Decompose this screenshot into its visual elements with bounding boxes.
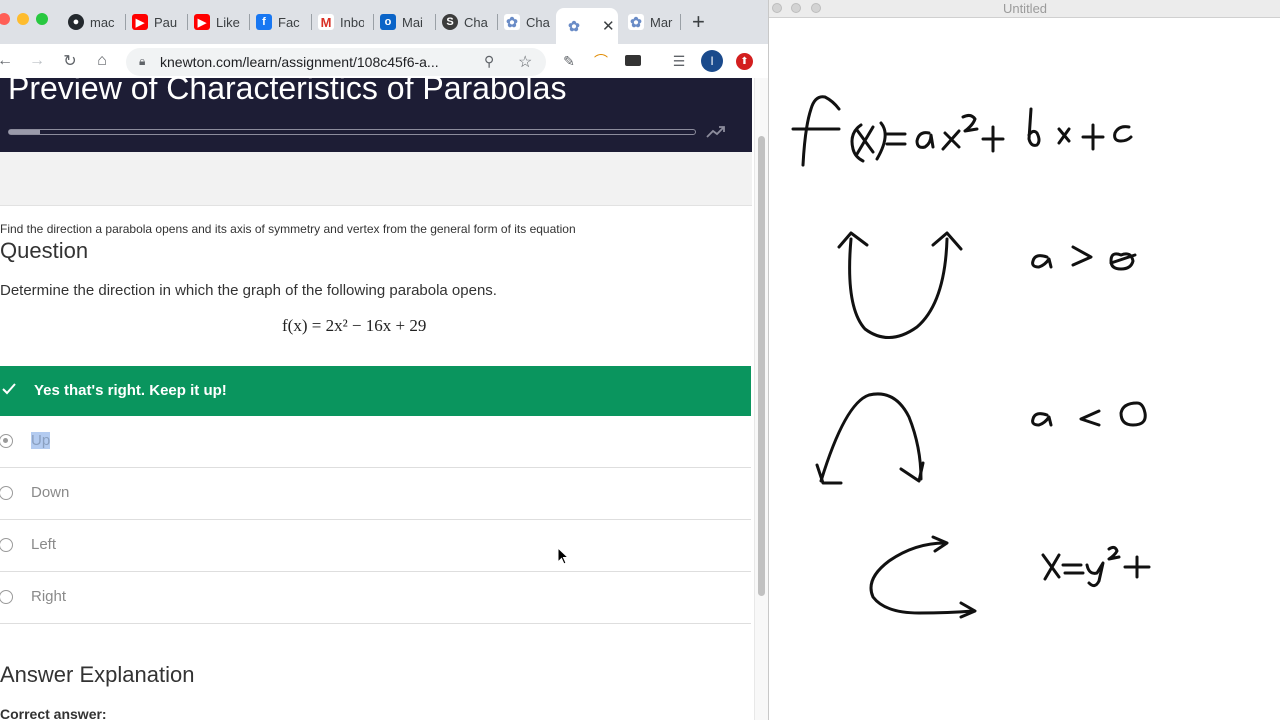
- feedback-message: Yes that's right. Keep it up!: [34, 382, 227, 399]
- reload-button[interactable]: ↻: [59, 50, 81, 72]
- url-text: knewton.com/learn/assignment/108c45f6-a.…: [160, 54, 439, 70]
- forward-button[interactable]: →: [26, 50, 48, 72]
- knewton-icon: ✿: [628, 14, 644, 30]
- browser-toolbar: ← → ↻ ⌂ 🔒︎ knewton.com/learn/assignment/…: [0, 44, 768, 79]
- handwriting-canvas[interactable]: [769, 17, 1280, 720]
- radio-button-selected[interactable]: [0, 434, 13, 448]
- tab-outlook[interactable]: o Mai: [370, 8, 432, 36]
- handwritten-a-greater-than-zero: [1031, 245, 1137, 271]
- rainbow-extension-icon[interactable]: ⌒: [590, 50, 612, 72]
- tab-knewton-1[interactable]: ✿ Cha: [494, 8, 556, 36]
- facebook-icon: f: [256, 14, 272, 30]
- handwritten-downward-parabola: [815, 392, 925, 485]
- radio-button[interactable]: [0, 590, 13, 604]
- knewton-icon: ✿: [566, 18, 582, 34]
- choice-label: Down: [31, 484, 70, 501]
- equation: f(x) = 2x² − 16x + 29: [282, 316, 427, 335]
- maximize-window-button[interactable]: [36, 13, 48, 25]
- feedback-banner: Yes that's right. Keep it up!: [0, 366, 751, 416]
- answer-explanation-heading: Answer Explanation: [0, 662, 195, 687]
- new-tab-button[interactable]: +: [692, 11, 705, 33]
- trending-up-icon[interactable]: [706, 125, 726, 139]
- scrollbar-thumb[interactable]: [758, 136, 765, 596]
- tab-knewton-2[interactable]: ✿ Mar: [618, 8, 680, 36]
- page-content: Preview of Characteristics of Parabolas …: [0, 78, 754, 720]
- header-spacer: [0, 152, 752, 206]
- choice-right[interactable]: Right: [0, 572, 751, 624]
- outlook-icon: o: [380, 14, 396, 30]
- tab-facebook[interactable]: f Fac: [246, 8, 308, 36]
- handwritten-upward-parabola: [837, 231, 963, 339]
- progress-bar: [8, 129, 696, 135]
- page-title: Preview of Characteristics of Parabolas: [8, 78, 567, 106]
- choice-up[interactable]: Up: [0, 416, 751, 468]
- drawing-window-title: Untitled: [1002, 1, 1048, 16]
- assignment-banner: Preview of Characteristics of Parabolas: [0, 78, 752, 152]
- youtube-icon: ▶: [194, 14, 210, 30]
- progress-fill: [9, 130, 40, 134]
- choice-label: Right: [31, 588, 67, 605]
- handwritten-x-equals-y-squared: [1041, 545, 1151, 588]
- choice-label: Left: [31, 536, 57, 553]
- bookmark-star-icon[interactable]: ☆: [518, 52, 532, 72]
- drawing-titlebar: Untitled: [769, 0, 1280, 18]
- update-alert-icon[interactable]: ⬆: [736, 53, 753, 70]
- zoom-icon[interactable]: ⚲: [484, 53, 494, 70]
- radio-button[interactable]: [0, 538, 13, 552]
- tab-strip: ● mac ▶ Pau ▶ Like f Fac M Inbo o Mai S …: [0, 0, 768, 44]
- home-button[interactable]: ⌂: [91, 50, 113, 72]
- question-heading: Question: [0, 238, 89, 263]
- skype-icon: S: [442, 14, 458, 30]
- back-button[interactable]: ←: [0, 50, 16, 72]
- correct-answer-label: Correct answer:: [0, 706, 107, 720]
- question-text: Determine the direction in which the gra…: [0, 282, 497, 299]
- handwritten-general-form: [791, 95, 1133, 167]
- tab-github[interactable]: ● mac: [58, 8, 120, 36]
- checkmark-icon: [2, 383, 16, 395]
- eyedropper-extension-icon[interactable]: ✎: [558, 50, 580, 72]
- tab-knewton-active[interactable]: ✿ ✕: [556, 8, 618, 44]
- drawing-window: Untitled: [768, 0, 1280, 720]
- github-icon: ●: [68, 14, 84, 30]
- media-queue-icon[interactable]: ☰: [668, 50, 690, 72]
- gmail-icon: M: [318, 14, 334, 30]
- radio-button[interactable]: [0, 486, 13, 500]
- minimize-window-button[interactable]: [17, 13, 29, 25]
- tab-skype[interactable]: S Cha: [432, 8, 494, 36]
- handwritten-a-less-than-zero: [1031, 401, 1147, 427]
- close-tab-icon[interactable]: ✕: [602, 17, 615, 35]
- tab-gmail[interactable]: M Inbo: [308, 8, 370, 36]
- terminal-extension-icon[interactable]: [625, 55, 641, 66]
- learning-objective: Find the direction a parabola opens and …: [0, 222, 576, 236]
- choice-left[interactable]: Left: [0, 520, 751, 572]
- choice-down[interactable]: Down: [0, 468, 751, 520]
- choice-label: Up: [31, 432, 51, 449]
- lock-icon: 🔒︎: [139, 54, 146, 68]
- close-window-button[interactable]: [0, 13, 10, 25]
- tab-youtube-1[interactable]: ▶ Pau: [122, 8, 184, 36]
- mouse-cursor-icon: [557, 547, 569, 565]
- address-bar[interactable]: 🔒︎ knewton.com/learn/assignment/108c45f6…: [126, 48, 546, 76]
- page-scrollbar[interactable]: [754, 78, 768, 720]
- profile-avatar[interactable]: I: [701, 50, 723, 72]
- browser-window: ● mac ▶ Pau ▶ Like f Fac M Inbo o Mai S …: [0, 0, 768, 720]
- handwritten-sideways-parabola: [869, 535, 977, 619]
- tab-youtube-2[interactable]: ▶ Like: [184, 8, 246, 36]
- youtube-icon: ▶: [132, 14, 148, 30]
- knewton-icon: ✿: [504, 14, 520, 30]
